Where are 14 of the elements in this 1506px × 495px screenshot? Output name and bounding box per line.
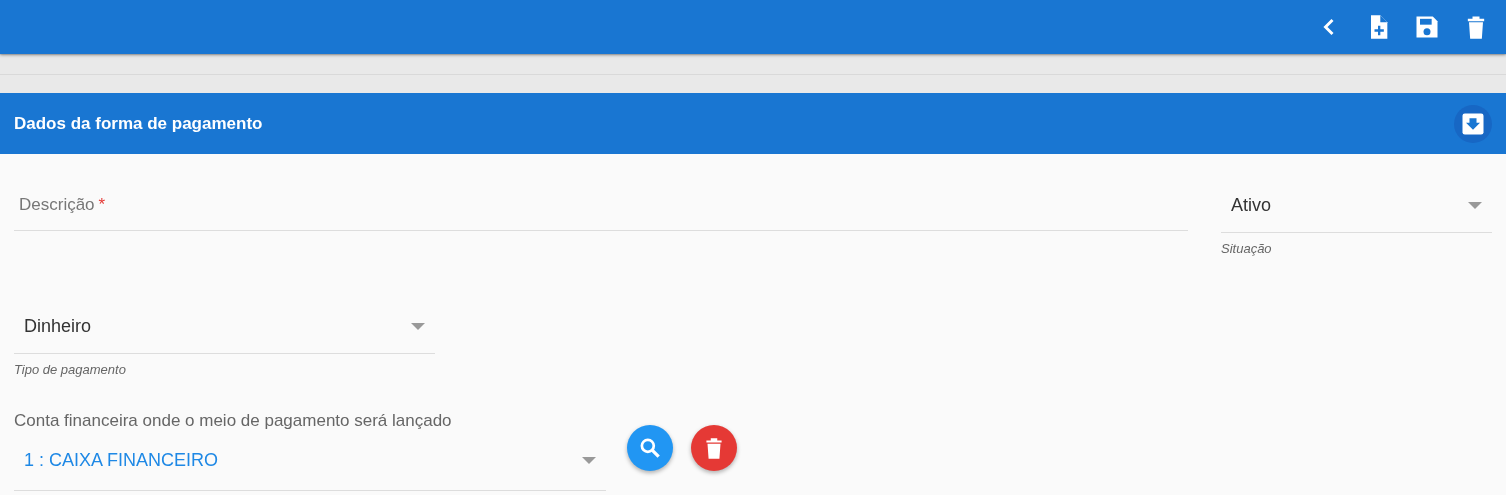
caret-icon	[411, 323, 425, 330]
payment-type-select[interactable]: Dinheiro	[14, 300, 435, 354]
caret-icon	[582, 457, 596, 464]
search-button[interactable]	[627, 425, 673, 471]
field-label: Conta financeira onde o meio de pagamento será lançado	[14, 411, 453, 431]
collapse-button[interactable]	[1454, 104, 1492, 143]
helper-text: Situação	[1221, 241, 1273, 256]
description-field[interactable]: Descrição *	[14, 179, 1188, 231]
section-title: Dados da forma de pagamento	[14, 113, 263, 134]
helper-text: Tipo de pagamento	[14, 362, 127, 377]
account-select[interactable]: 1 : CAIXA FINANCEIRO	[14, 431, 606, 491]
status-select[interactable]: Ativo	[1221, 179, 1492, 233]
caret-icon	[1468, 202, 1482, 209]
delete-button[interactable]	[691, 425, 737, 471]
